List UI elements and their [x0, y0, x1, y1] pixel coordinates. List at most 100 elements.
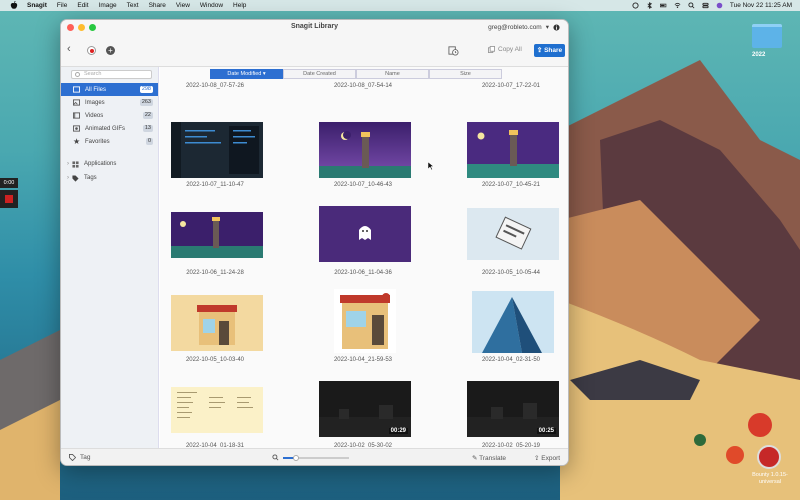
- battery-icon[interactable]: [659, 2, 667, 9]
- menu-window[interactable]: Window: [200, 2, 223, 9]
- toolbar: ‹ + Copy All ⇪ Share: [61, 35, 568, 67]
- library-item[interactable]: [319, 122, 411, 178]
- menu-view[interactable]: View: [176, 2, 190, 9]
- bluetooth-icon[interactable]: [646, 2, 653, 9]
- thumbnail-building: [472, 291, 554, 353]
- copy-all-label: Copy All: [498, 46, 522, 53]
- copy-all-button[interactable]: Copy All: [488, 46, 522, 53]
- wifi-icon[interactable]: [674, 2, 681, 9]
- library-item[interactable]: [467, 208, 559, 260]
- zoom-slider[interactable]: [283, 454, 349, 461]
- video-duration: 00:29: [388, 428, 408, 434]
- library-item[interactable]: [472, 291, 554, 353]
- sidebar: Search All Files 298 Images 263 Videos 2…: [61, 67, 159, 448]
- library-item[interactable]: [467, 465, 559, 466]
- desktop-folder-label[interactable]: 2022: [752, 52, 765, 58]
- sort-size[interactable]: Size: [429, 69, 502, 79]
- app-icon[interactable]: [757, 445, 781, 469]
- stop-icon: [5, 195, 13, 203]
- sort-label: Date Created: [303, 71, 336, 77]
- item-count: 0: [145, 138, 153, 145]
- sort-label: Name: [385, 71, 400, 77]
- account-email: greg@robleto.com: [488, 23, 542, 31]
- status-icon[interactable]: [632, 2, 639, 9]
- item-count: 22: [142, 112, 153, 119]
- translate-button[interactable]: ✎ Translate: [472, 454, 506, 462]
- item-count: 298: [139, 86, 153, 93]
- zoom-slider-handle[interactable]: [293, 454, 300, 461]
- library-item[interactable]: 00:29: [319, 381, 411, 437]
- siri-icon[interactable]: [716, 2, 723, 9]
- back-icon[interactable]: ‹: [67, 43, 71, 55]
- account-menu[interactable]: greg@robleto.com ▾: [488, 23, 560, 31]
- thumbnail-code: [171, 122, 263, 178]
- info-icon[interactable]: [553, 23, 560, 31]
- search-icon: [75, 72, 80, 77]
- thumbnail-caption: 2022-10-08_07-57-26: [185, 83, 245, 89]
- thumbnail-caption: 2022-10-07_11-10-47: [186, 182, 244, 188]
- library-item[interactable]: [171, 122, 263, 178]
- thumbnail-caption: 2022-10-06_11-24-28: [186, 270, 244, 276]
- sidebar-item-animated-gifs[interactable]: Animated GIFs 13: [61, 122, 158, 135]
- menu-help[interactable]: Help: [233, 2, 246, 9]
- sidebar-item-tags[interactable]: › Tags: [61, 171, 158, 185]
- menu-share[interactable]: Share: [149, 2, 166, 9]
- share-button[interactable]: ⇪ Share: [534, 44, 565, 57]
- thumbnail-list: [171, 387, 263, 433]
- tag-button[interactable]: Tag: [69, 454, 90, 461]
- thumbnail-butcher-wide: [171, 295, 263, 351]
- tag-label: Tag: [80, 454, 91, 461]
- sidebar-item-all-files[interactable]: All Files 298: [61, 83, 158, 96]
- thumbnail-caption: 2022-10-06_11-04-36: [334, 270, 392, 276]
- capture-button[interactable]: [87, 46, 96, 55]
- library-item[interactable]: [334, 289, 396, 353]
- library-item[interactable]: [171, 212, 263, 258]
- item-count: 13: [142, 125, 153, 132]
- search-input[interactable]: Search: [71, 70, 152, 79]
- sort-arrow-icon: ▾: [262, 71, 266, 77]
- search-icon[interactable]: [688, 2, 695, 9]
- sort-bar: Date Modified ▾ Date Created Name Size: [210, 69, 502, 79]
- search-placeholder: Search: [84, 71, 102, 77]
- sidebar-item-videos[interactable]: Videos 22: [61, 109, 158, 122]
- sidebar-item-label: Animated GIFs: [85, 125, 126, 132]
- menu-image[interactable]: Image: [99, 2, 117, 9]
- export-button[interactable]: ⇪ Export: [534, 454, 560, 462]
- video-duration: 00:25: [536, 428, 556, 434]
- library-item[interactable]: [171, 295, 263, 351]
- zoom-control: [272, 454, 349, 461]
- sidebar-item-label: Images: [85, 99, 105, 106]
- sidebar-item-images[interactable]: Images 263: [61, 96, 158, 109]
- apple-menu-icon[interactable]: [10, 1, 18, 10]
- library-item[interactable]: [467, 122, 559, 178]
- control-center-icon[interactable]: [702, 2, 709, 9]
- history-icon[interactable]: [448, 45, 459, 56]
- menu-edit[interactable]: Edit: [77, 2, 88, 9]
- sidebar-tree-label: Applications: [84, 161, 117, 167]
- library-item[interactable]: [171, 387, 263, 433]
- snagit-library-window: Snagit Library greg@robleto.com ▾ ‹ + Co…: [60, 19, 569, 466]
- applications-icon: [72, 160, 79, 168]
- sort-label: Date Modified: [227, 71, 262, 77]
- sort-date-modified[interactable]: Date Modified ▾: [210, 69, 283, 79]
- thumbnail-caption: 2022-10-04_02-31-50: [481, 357, 541, 363]
- sidebar-item-favorites[interactable]: ★ Favorites 0: [61, 135, 158, 148]
- menu-file[interactable]: File: [57, 2, 67, 9]
- chevron-right-icon[interactable]: ›: [67, 161, 69, 167]
- menu-app-name[interactable]: Snagit: [27, 2, 47, 9]
- menu-text[interactable]: Text: [127, 2, 139, 9]
- folder-icon[interactable]: [752, 24, 782, 48]
- stop-recording-button[interactable]: [0, 190, 18, 208]
- menu-clock[interactable]: Tue Nov 22 11:25 AM: [730, 2, 792, 9]
- library-item[interactable]: 00:25: [467, 381, 559, 437]
- thumbnail-caption: 2022-10-07_10-45-21: [481, 182, 541, 188]
- sort-date-created[interactable]: Date Created: [283, 69, 356, 79]
- sort-name[interactable]: Name: [356, 69, 429, 79]
- new-button[interactable]: +: [106, 46, 115, 55]
- chevron-right-icon[interactable]: ›: [67, 175, 69, 181]
- sidebar-tree-label: Tags: [84, 175, 97, 181]
- library-item[interactable]: [319, 206, 411, 262]
- desktop-app-label[interactable]: Bounty 1.0.15-universal: [745, 472, 795, 486]
- sidebar-item-applications[interactable]: › Applications: [61, 157, 158, 171]
- library-item[interactable]: [319, 465, 411, 466]
